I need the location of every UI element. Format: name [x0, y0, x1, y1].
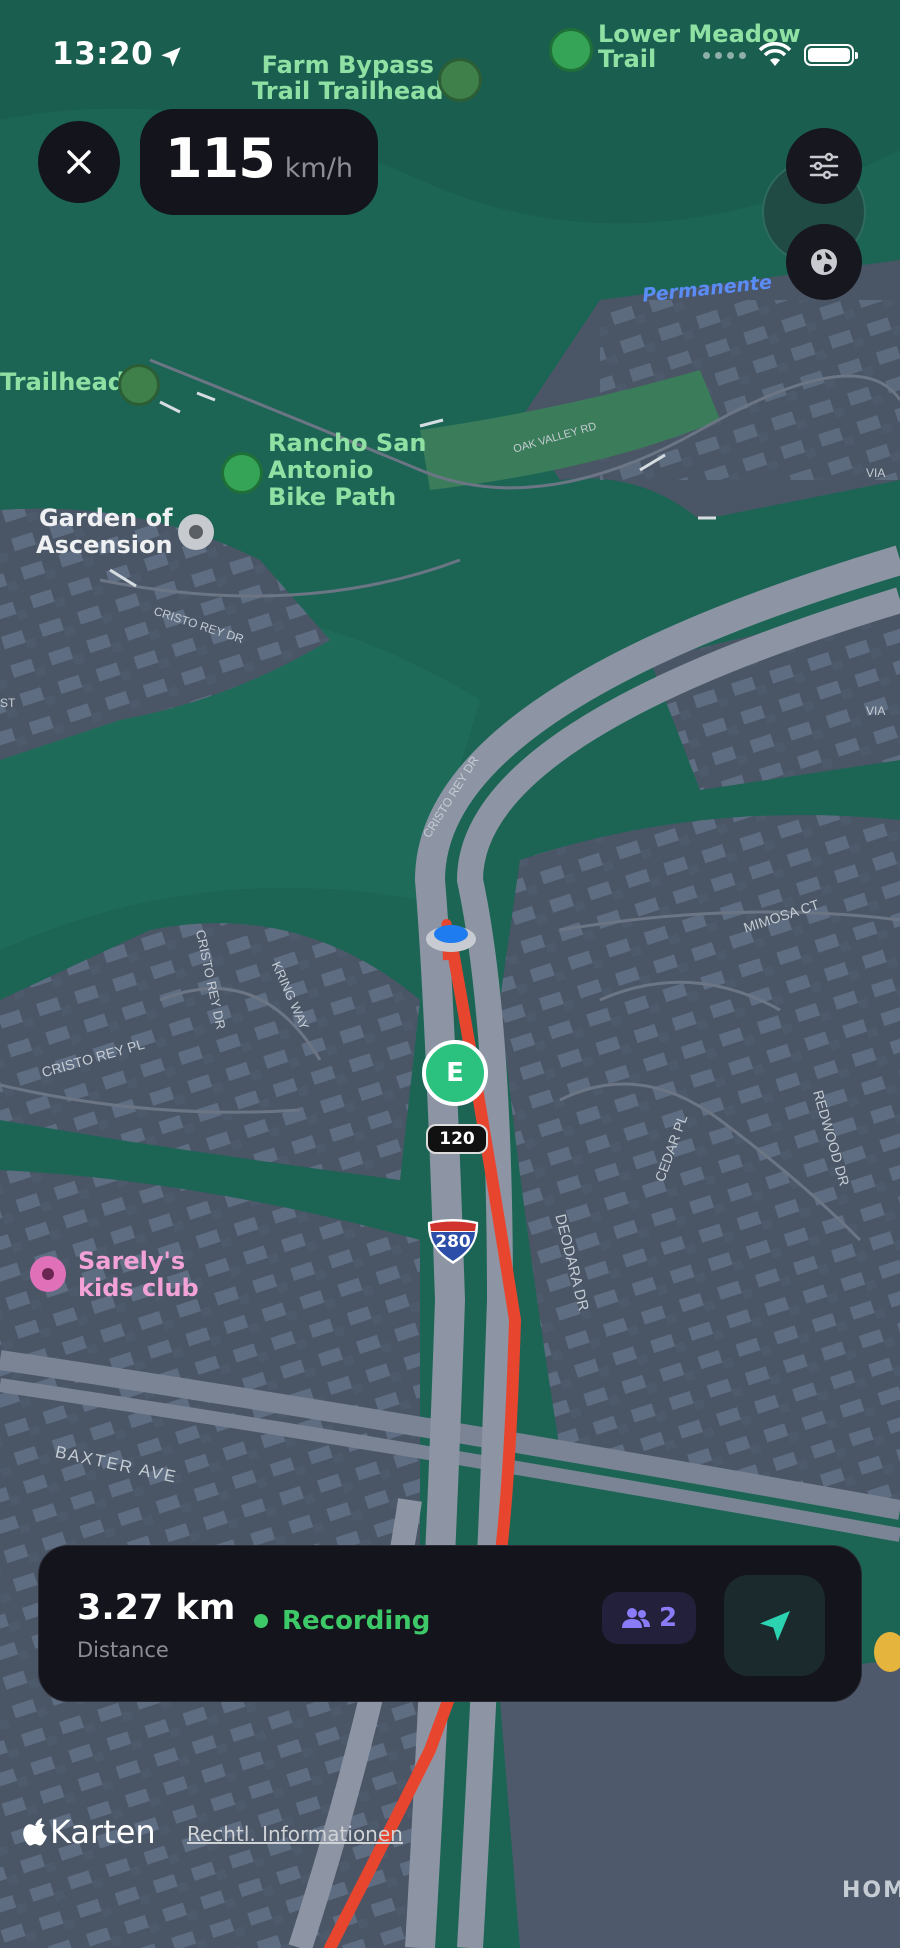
- poi-bag-icon: [874, 1632, 900, 1672]
- legal-info-link[interactable]: Rechtl. Informationen: [187, 1822, 403, 1846]
- participants-button[interactable]: 2: [602, 1592, 696, 1644]
- distance-value: 3.27 km: [77, 1588, 236, 1628]
- maps-brand: Karten: [22, 1813, 156, 1851]
- speed-value: 115: [165, 127, 276, 190]
- waypoint-letter: E: [446, 1058, 464, 1088]
- poi-garden-label-1: Garden of: [38, 504, 173, 532]
- battery-icon: [804, 44, 858, 66]
- poi-pin-icon: [30, 1256, 66, 1292]
- highway-number: 280: [435, 1232, 471, 1252]
- poi-rancho-bike-path[interactable]: Rancho San Antonio Bike Path: [268, 430, 426, 511]
- speed-limit-badge: 120: [426, 1124, 488, 1154]
- trailhead-sign-icon: [118, 364, 160, 406]
- street-hom: HOM: [842, 1878, 900, 1903]
- waypoint-marker[interactable]: E: [422, 1040, 488, 1106]
- location-arrow-icon: [161, 47, 181, 67]
- speed-unit: km/h: [284, 153, 353, 184]
- poi-lower-meadow-label-2: Trail: [598, 45, 657, 73]
- poi-garden-label-2: Ascension: [36, 531, 173, 559]
- poi-sarely-label-2: kids club: [78, 1274, 199, 1302]
- recenter-button[interactable]: [724, 1575, 825, 1676]
- poi-farm-bypass[interactable]: Farm Bypass Trail Trailhead: [252, 52, 444, 104]
- poi-sarely-label-1: Sarely's: [78, 1247, 186, 1275]
- poi-rancho-label-2: Antonio: [268, 456, 374, 484]
- poi-garden-of-ascension[interactable]: Garden of Ascension: [36, 505, 173, 559]
- highway-shield: 280: [424, 1218, 482, 1266]
- recording-text: Recording: [282, 1606, 431, 1636]
- map-style-button[interactable]: [786, 224, 862, 300]
- tracking-card: 3.27 km Distance Recording 2: [38, 1545, 862, 1702]
- close-button[interactable]: [38, 121, 120, 203]
- sliders-icon: [809, 152, 839, 180]
- poi-sarely-kids-club[interactable]: Sarely's kids club: [78, 1248, 199, 1302]
- poi-lower-meadow-label-1: Lower Meadow: [598, 20, 801, 48]
- street-via-1: VIA: [866, 466, 886, 480]
- poi-rancho-label-3: Bike Path: [268, 483, 397, 511]
- people-icon: [621, 1608, 650, 1628]
- status-time: 13:20: [52, 36, 154, 72]
- maps-brand-label: Karten: [50, 1813, 156, 1851]
- poi-farm-bypass-label-1: Farm Bypass: [261, 51, 434, 79]
- poi-rancho-label-1: Rancho San: [268, 429, 427, 457]
- street-st: ST: [0, 696, 16, 710]
- poi-farm-bypass-label-2: Trail Trailhead: [252, 77, 444, 105]
- speed-display: 115 km/h: [140, 109, 378, 215]
- landmark-icon: [178, 514, 214, 550]
- recording-dot-icon: [254, 1614, 268, 1628]
- trailhead-sign-icon: [438, 58, 482, 102]
- apple-logo-icon: [23, 1818, 47, 1846]
- close-icon: [67, 150, 91, 174]
- hiking-trail-icon: [549, 28, 593, 72]
- distance-label: Distance: [77, 1638, 169, 1662]
- globe-icon: [811, 249, 837, 275]
- recording-status: Recording: [254, 1606, 430, 1636]
- speed-limit-value: 120: [439, 1129, 475, 1149]
- navigation-arrow-icon: [759, 1610, 790, 1641]
- poi-trailhead[interactable]: Trailhead: [0, 368, 125, 396]
- poi-lower-meadow[interactable]: Lower Meadow Trail: [598, 22, 801, 72]
- participants-count: 2: [658, 1603, 678, 1633]
- hiking-trail-icon: [221, 452, 263, 494]
- map-settings-button[interactable]: [786, 128, 862, 204]
- street-via-2: VIA: [866, 704, 886, 718]
